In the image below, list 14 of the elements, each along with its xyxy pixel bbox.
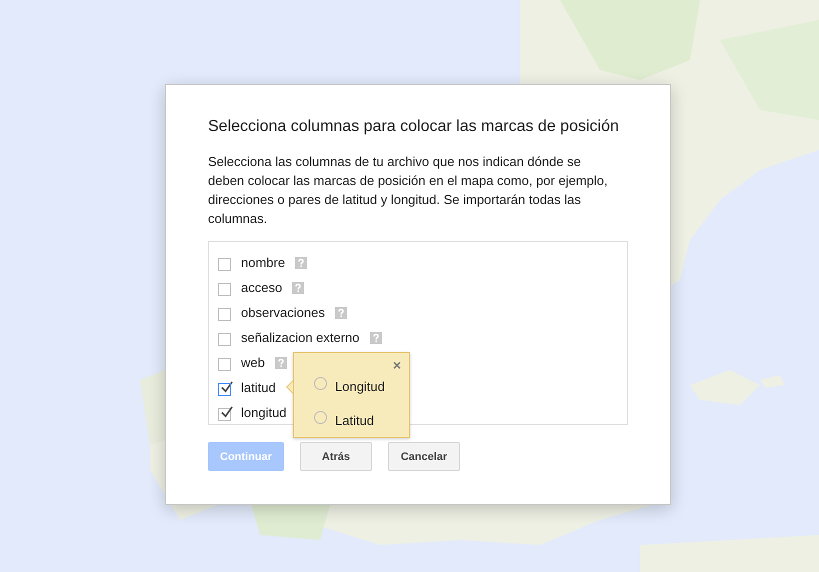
column-label: longitud [241,405,287,420]
column-label: señalizacion externo [241,330,360,345]
column-label: latitud [241,380,276,395]
option-label: Latitud [335,412,374,428]
column-label: observaciones [241,305,325,320]
dialog-title: Selecciona columnas para colocar las marcas de posición [208,118,620,136]
option-label: Longitud [335,378,385,394]
column-label: acceso [241,280,282,295]
button[interactable]: Atrás [300,442,372,471]
close-button[interactable]: × [392,357,401,373]
column-label: web [241,355,265,370]
description: Selecciona las columnas de tu archivo que nos indican dónde se deben colocar las marcas de posición en el mapa como, por ejemplo, direcciones o pares de latitud y longitud. Se importarán todas las columnas. [208,153,608,228]
column-label: nombre [241,255,286,270]
button[interactable]: Cancelar [388,442,460,471]
